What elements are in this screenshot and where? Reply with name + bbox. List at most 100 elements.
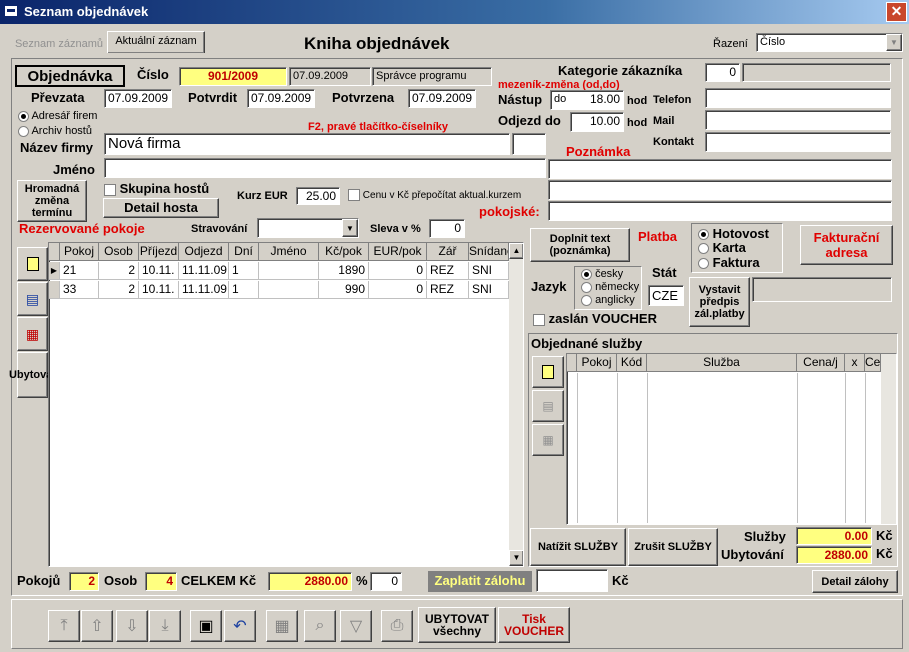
cell-breakfast[interactable]: SNI (469, 262, 509, 280)
category-field[interactable]: 0 (705, 63, 740, 82)
new-service-button[interactable] (532, 356, 564, 388)
edit-service-button[interactable]: ▤ (532, 390, 564, 422)
col-header[interactable]: x (845, 354, 865, 372)
col-header[interactable]: Kód (617, 354, 647, 372)
rate-field[interactable]: 25.00 (296, 187, 340, 205)
note-field-2[interactable] (548, 180, 892, 200)
print-icon[interactable]: ⎙ (381, 610, 413, 642)
load-services-button[interactable]: Natížit SLUŽBY (530, 528, 626, 566)
fill-text-button[interactable]: Doplnit text (poznámka) (530, 228, 630, 262)
col-header[interactable]: Příjezd (139, 243, 179, 261)
board-select[interactable]: ▼ (257, 218, 359, 238)
print-voucher-button[interactable]: Tisk VOUCHER (498, 607, 570, 643)
edit-room-button[interactable]: ▤ (17, 282, 48, 316)
invoice-address-button[interactable]: Fakturační adresa (800, 225, 893, 265)
recalc-checkbox[interactable]: Cenu v Kč přepočítat aktual.kurzem (348, 188, 521, 204)
col-header[interactable]: Pokoj (577, 354, 617, 372)
rooms-table[interactable]: Pokoj Osob Příjezd Odjezd Dní Jméno Kč/p… (48, 242, 524, 567)
cell-arrival[interactable]: 10.11. (139, 281, 179, 299)
payment-card-radio[interactable]: Karta (698, 240, 746, 256)
col-header[interactable]: Pokoj (60, 243, 99, 261)
cell-departure[interactable]: 11.11.09 (179, 281, 229, 299)
language-english-radio[interactable]: anglicky (581, 293, 635, 307)
services-table[interactable]: Pokoj Kód Služba Cena/j x Cena (566, 353, 897, 525)
deposit-order-button[interactable]: Vystavit předpis zál.platby (689, 277, 750, 327)
next-record-icon[interactable]: ⇩ (116, 610, 148, 642)
company-extra-field[interactable] (512, 133, 546, 155)
tab-list[interactable]: Seznam záznamů (13, 35, 105, 53)
cell-days[interactable]: 1 (229, 262, 259, 280)
chevron-down-icon[interactable]: ▼ (342, 219, 358, 237)
cell-czk[interactable]: 1890 (319, 262, 369, 280)
filter-icon[interactable]: ▽ (340, 610, 372, 642)
col-header[interactable]: Služba (647, 354, 797, 372)
cell-status[interactable]: REZ (427, 281, 469, 299)
arrival-time-field[interactable]: do 18.00 (550, 90, 624, 110)
confirm-date-field[interactable]: 07.09.2009 (247, 89, 315, 108)
cell-room[interactable]: 33 (60, 281, 99, 299)
order-number-field[interactable]: 901/2009 (179, 67, 287, 86)
percent-field[interactable]: 0 (370, 572, 402, 591)
scroll-up-icon[interactable]: ▲ (509, 243, 523, 259)
new-room-button[interactable] (17, 247, 48, 281)
cancel-services-button[interactable]: Zrušit SLUŽBY (628, 528, 718, 566)
cell-departure[interactable]: 11.11.09 (179, 262, 229, 280)
last-record-icon[interactable]: ⤓ (149, 610, 181, 642)
language-german-radio[interactable]: německy (581, 280, 639, 294)
cell-name[interactable] (259, 281, 319, 299)
phone-field[interactable] (705, 88, 891, 108)
services-scrollbar[interactable] (881, 354, 896, 524)
language-czech-radio[interactable]: česky (581, 267, 623, 281)
mass-change-button[interactable]: Hromadná změna termínu (17, 180, 87, 222)
guest-detail-button[interactable]: Detail hosta (103, 198, 219, 218)
room-note-field[interactable] (548, 201, 892, 221)
delete-room-button[interactable]: ▦ (17, 317, 48, 351)
delete-record-icon[interactable]: ▦ (266, 610, 298, 642)
cell-czk[interactable]: 990 (319, 281, 369, 299)
col-header[interactable]: EUR/pok (369, 243, 427, 261)
cell-status[interactable]: REZ (427, 262, 469, 280)
col-header[interactable]: Snídaně (469, 243, 509, 261)
col-header[interactable]: Cena/j (797, 354, 845, 372)
mail-field[interactable] (705, 110, 891, 130)
discount-field[interactable]: 0 (429, 219, 465, 238)
col-header[interactable]: Jméno (259, 243, 319, 261)
payment-invoice-radio[interactable]: Faktura (698, 255, 760, 271)
deposit-amount-field[interactable] (536, 569, 608, 592)
accommodate-button[interactable]: Ubytovat (9, 352, 56, 398)
col-header[interactable]: Kč/pok (319, 243, 369, 261)
accommodate-all-button[interactable]: UBYTOVAT všechny (418, 607, 496, 643)
cell-arrival[interactable]: 10.11. (139, 262, 179, 280)
rooms-scrollbar[interactable]: ▲ ▼ (509, 243, 523, 566)
voucher-sent-checkbox[interactable]: zaslán VOUCHER (533, 311, 657, 327)
cell-eur[interactable]: 0 (369, 281, 427, 299)
prev-record-icon[interactable]: ⇧ (81, 610, 113, 642)
cell-eur[interactable]: 0 (369, 262, 427, 280)
scroll-down-icon[interactable]: ▼ (509, 550, 523, 566)
group-checkbox[interactable]: Skupina hostů (104, 181, 209, 197)
state-field[interactable]: CZE (648, 285, 684, 306)
col-header[interactable]: Osob (99, 243, 139, 261)
cell-days[interactable]: 1 (229, 281, 259, 299)
company-field[interactable]: Nová firma (104, 133, 510, 155)
col-header[interactable]: Dní (229, 243, 259, 261)
confirmed-date-field[interactable]: 07.09.2009 (408, 89, 476, 108)
cell-persons[interactable]: 2 (99, 262, 139, 280)
cell-persons[interactable]: 2 (99, 281, 139, 299)
taken-date-field[interactable]: 07.09.2009 (104, 89, 172, 108)
name-field[interactable] (104, 158, 546, 178)
undo-icon[interactable]: ↶ (224, 610, 256, 642)
contact-field[interactable] (705, 132, 891, 152)
departure-time-field[interactable]: 10.00 (570, 112, 624, 132)
cell-breakfast[interactable]: SNI (469, 281, 509, 299)
col-header[interactable]: Cena (865, 354, 881, 372)
cell-room[interactable]: 21 (60, 262, 99, 280)
sort-select[interactable]: Číslo ▼ (756, 33, 903, 52)
find-icon[interactable]: ⌕ (304, 610, 336, 642)
deposit-detail-button[interactable]: Detail zálohy (812, 570, 898, 593)
save-icon[interactable]: ▣ (190, 610, 222, 642)
col-header[interactable]: Odjezd (179, 243, 229, 261)
chevron-down-icon[interactable]: ▼ (886, 34, 902, 51)
tab-current[interactable]: Aktuální záznam (107, 31, 205, 53)
close-icon[interactable]: ✕ (886, 2, 907, 22)
